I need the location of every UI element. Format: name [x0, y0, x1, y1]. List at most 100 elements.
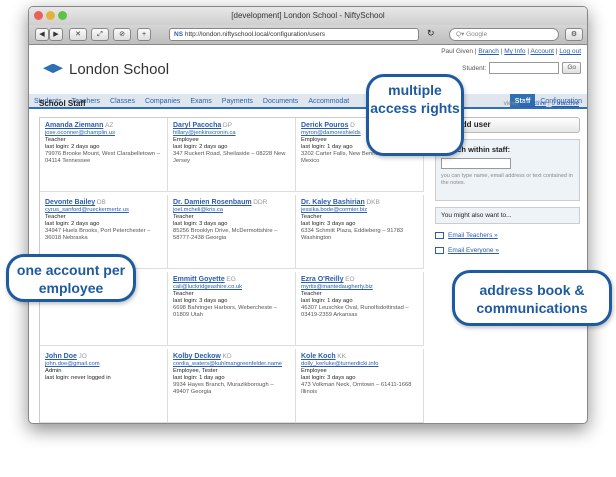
my-info-link[interactable]: My Info: [504, 48, 525, 55]
want-to-panel: You might also want to...: [435, 207, 580, 224]
callout-access-rights: multiple access rights: [366, 74, 464, 156]
staff-address: 34947 Huels Brooks, Port Peterchester – …: [45, 228, 151, 241]
staff-name-link[interactable]: John Doe: [45, 353, 77, 360]
account-link[interactable]: Account: [531, 48, 555, 55]
inactive-filter-link[interactable]: 0 inactive: [552, 100, 579, 107]
staff-card[interactable]: Daryl Pacocha DP hillary@jenkinscronin.ca…: [168, 118, 296, 192]
minimize-window-icon[interactable]: [46, 11, 55, 20]
staff-email-link[interactable]: jose.oconner@champlin.us: [45, 130, 162, 137]
staff-role: Teacher: [173, 291, 194, 297]
staff-card[interactable]: Ezra O'Reilly EO myrtis@mantedaugherty.bi…: [296, 272, 424, 346]
branch-link[interactable]: Branch: [478, 48, 499, 55]
callout-address-book: address book & communications: [452, 270, 612, 326]
staff-email-link[interactable]: cordia_waters@kuhlmangreenfelder.name: [173, 361, 290, 368]
staff-role: Employee, Tester: [173, 368, 218, 374]
site-icon: NS: [174, 31, 184, 38]
staff-initials: DKB: [366, 199, 380, 206]
staff-name-link[interactable]: Dr. Kaley Bashirian: [301, 199, 365, 206]
staff-email-link[interactable]: dolly_kerluke@turnerdicki.info: [301, 361, 418, 368]
zoom-window-icon[interactable]: [58, 11, 67, 20]
tools-button[interactable]: ✕: [69, 28, 87, 41]
staff-address: 85256 Brooklyn Drive, McDermottshire – 5…: [173, 228, 278, 241]
url-bar[interactable]: NS http://london.niftyschool.local/confi…: [169, 28, 419, 41]
logout-link[interactable]: Log out: [559, 48, 581, 55]
staff-initials: KK: [337, 353, 346, 360]
staff-search-input[interactable]: [441, 158, 511, 169]
back-button[interactable]: ◀: [35, 28, 49, 41]
staff-card[interactable]: Dr. Damien Rosenbaum DDR joel.mcheli@kris…: [168, 195, 296, 269]
page-title: School Staff: [39, 99, 86, 108]
go-button[interactable]: Go: [562, 62, 581, 74]
add-bookmark-button[interactable]: +: [137, 28, 151, 41]
staff-name-link[interactable]: Amanda Ziemann: [45, 122, 103, 129]
staff-search-hint: you can type name, email address or text…: [441, 173, 573, 186]
staff-role: Teacher: [173, 214, 194, 220]
staff-role: Teacher: [301, 291, 322, 297]
envelope-icon: [435, 232, 444, 239]
staff-initials: EG: [226, 276, 236, 283]
staff-name-link[interactable]: Dr. Damien Rosenbaum: [173, 199, 252, 206]
student-search: Student: Go: [462, 62, 581, 74]
staff-name-link[interactable]: Kole Koch: [301, 353, 336, 360]
staff-card[interactable]: Emmitt Goyette EG cali@luckridgeashire.co…: [168, 272, 296, 346]
staff-initials: AZ: [104, 122, 114, 129]
student-input[interactable]: [489, 62, 560, 74]
staff-card[interactable]: Dr. Kaley Bashirian DKB jessika.bode@corm…: [296, 195, 424, 269]
active-filter-link[interactable]: 23 active: [520, 100, 546, 107]
staff-address: 6698 Bahringer Harbors, Webercheste – 01…: [173, 305, 277, 318]
staff-last-login: last login: 2 days ago: [45, 144, 100, 150]
staff-card[interactable]: Amanda Ziemann AZ jose.oconner@champlin.u…: [40, 118, 168, 192]
staff-email-link[interactable]: myrtis@mantedaugherty.biz: [301, 284, 418, 291]
staff-initials: JO: [78, 353, 87, 360]
staff-last-login: last login: 1 day ago: [173, 375, 225, 381]
browser-search-input[interactable]: Q▾ Google: [449, 28, 559, 41]
staff-initials: DB: [96, 199, 106, 206]
staff-address: 79976 Brooke Mount, West Clarabelletown …: [45, 151, 160, 164]
staff-email-link[interactable]: joel.mcheli@kris.ca: [173, 207, 290, 214]
staff-name-link[interactable]: Kolby Deckow: [173, 353, 221, 360]
settings-button[interactable]: ⚙: [565, 28, 583, 41]
reload-icon[interactable]: ↻: [427, 28, 435, 39]
url-text: http://london.niftyschool.local/configur…: [184, 31, 326, 38]
staff-role: Teacher: [301, 214, 322, 220]
browser-toolbar: ◀ ▶ ✕ ⤢ ⊘ + NS http://london.niftyschool…: [29, 25, 587, 45]
staff-address: 46307 Leuschke Oval, Runolfsdottirstad –…: [301, 305, 409, 318]
staff-email-link[interactable]: john.doe@gmail.com: [45, 361, 162, 368]
forward-button[interactable]: ▶: [49, 28, 63, 41]
staff-role: Teacher: [45, 137, 66, 143]
window-title: [development] London School - NiftySchoo…: [231, 11, 385, 20]
staff-name-link[interactable]: Ezra O'Reilly: [301, 276, 344, 283]
school-name: London School: [69, 61, 170, 78]
browser-window: [development] London School - NiftySchoo…: [28, 6, 588, 424]
email-everyone-link[interactable]: Email Everyone »: [435, 247, 580, 254]
staff-email-link[interactable]: cali@luckridgeashire.co.uk: [173, 284, 290, 291]
student-label: Student:: [462, 64, 487, 72]
staff-address: 473 Volkman Neck, Orntown – 61411-1668 I…: [301, 382, 412, 395]
staff-email-link[interactable]: cyrus_sanford@rueckermertz.us: [45, 207, 162, 214]
staff-initials: D: [350, 122, 355, 129]
staff-name-link[interactable]: Derick Pouros: [301, 122, 348, 129]
staff-last-login: last login: 2 days ago: [173, 144, 228, 150]
staff-name-link[interactable]: Devonte Bailey: [45, 199, 95, 206]
email-teachers-link[interactable]: Email Teachers »: [435, 232, 580, 239]
staff-initials: KD: [222, 353, 232, 360]
staff-card[interactable]: John Doe JO john.doe@gmail.com Admin last l…: [40, 349, 168, 423]
staff-card[interactable]: Kole Koch KK dolly_kerluke@turnerdicki.in…: [296, 349, 424, 423]
bookmark-button[interactable]: ⊘: [113, 28, 131, 41]
close-window-icon[interactable]: [34, 11, 43, 20]
staff-email-link[interactable]: jessika.bode@cormier.biz: [301, 207, 418, 214]
callout-one-account: one account per employee: [6, 254, 136, 302]
staff-initials: DDR: [253, 199, 268, 206]
school-logo[interactable]: London School: [43, 61, 169, 78]
resize-button[interactable]: ⤢: [91, 28, 109, 41]
staff-role: Admin: [45, 368, 62, 374]
staff-address: 347 Ruckert Road, Sheilaside – 08228 New…: [173, 151, 286, 164]
staff-card[interactable]: Kolby Deckow KD cordia_waters@kuhlmangree…: [168, 349, 296, 423]
staff-name-link[interactable]: Emmitt Goyette: [173, 276, 225, 283]
staff-email-link[interactable]: hillary@jenkinscronin.ca: [173, 130, 290, 137]
current-user: Paul Given: [441, 48, 473, 55]
staff-last-login: last login: 1 day ago: [301, 298, 353, 304]
staff-name-link[interactable]: Daryl Pacocha: [173, 122, 221, 129]
staff-last-login: last login: 3 days ago: [173, 298, 228, 304]
graduation-cap-icon: [43, 63, 63, 74]
